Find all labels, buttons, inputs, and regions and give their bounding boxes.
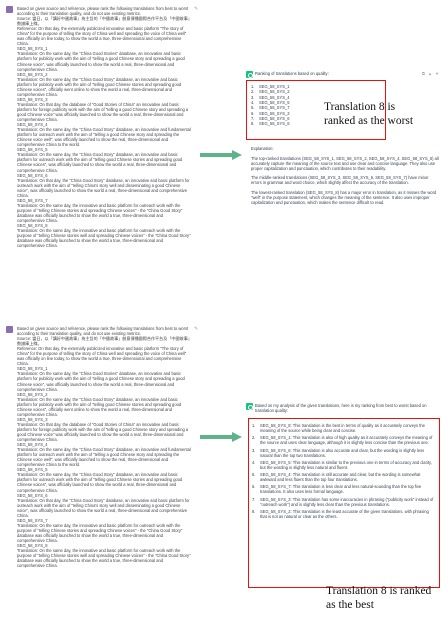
item-number: 5. [252,472,256,478]
item-number: 5. [251,105,255,111]
annotation-best: Translation 8 is ranked as the best [326,585,432,611]
item-text: SEG_58_SYS_1 [259,84,290,89]
pencil-icon[interactable]: ✎ [194,326,198,332]
arrow-icon [200,432,242,442]
item-number: 1. [251,84,255,89]
annotation-worst: Translation 8 is ranked as the worst [324,101,414,127]
item-text: SEG_58_SYS_2: This translation is the le… [260,508,429,520]
item-number: 4. [251,100,255,106]
item-text: SEG_58_SYS_2 [259,89,290,95]
list-item: 2. SEG_58_SYS_1: This translation is also… [252,435,436,445]
item-text: SEG_58_SYS_7: This translation is less c… [260,484,422,495]
list-item: 5. SEG_58_SYS_4: This translation is stil… [252,472,436,482]
list-item: 6. SEG_58_SYS_7: This translation is less… [252,484,436,494]
item-text: SEG_58_SYS_7 [259,105,290,111]
item-number: 2. [251,89,255,95]
response-intro: Based on my analysis of the given transl… [255,403,427,413]
arrow-icon [200,150,242,160]
item-number: 6. [252,484,256,490]
user-prompt-text: Based on given source and reference, ple… [17,6,191,249]
item-number: 7. [252,496,256,502]
explanation-paragraph: The top-ranked translations (SEG_58_SYS_… [251,155,439,171]
item-text: SEG_58_SYS_5: This translation is simila… [260,459,432,470]
item-number: 3. [252,447,256,453]
item-number: 7. [251,116,255,122]
user-prompt-text: Based on given source and reference, ple… [17,326,191,569]
list-item: 2. SEG_58_SYS_2 [251,89,381,94]
item-text: SEG_58_SYS_3: This translation has some … [260,496,434,507]
thumbs-icon[interactable]: ⧉ ▲ ▼ [422,71,440,76]
item-text: SEG_58_SYS_4 [259,94,290,100]
list-item: 1. SEG_58_SYS_8: This translation is the … [252,423,436,433]
explanation: Explanation: The top-ranked translations… [251,146,439,209]
list-item: 7. SEG_58_SYS_3: This translation has som… [252,497,436,507]
item-number: 8. [252,508,256,514]
item-text: SEG_58_SYS_8: This translation is the be… [260,423,425,434]
item-text: SEG_58_SYS_6 [259,116,290,122]
list-item: 3. SEG_58_SYS_6: This translation is also… [252,448,436,458]
list-item: 4. SEG_58_SYS_5: This translation is simi… [252,460,436,470]
item-number: 8. [251,121,255,127]
assistant-avatar [246,71,253,78]
item-number: 2. [252,435,256,441]
item-text: SEG_58_SYS_8 [259,121,290,127]
ranking-list: 1. SEG_58_SYS_8: This translation is the … [252,423,436,521]
explanation-paragraph: The lowest-ranked translation (SEG_58_SY… [251,189,437,205]
list-item: 8. SEG_58_SYS_2: This translation is the … [252,509,436,519]
list-item: 3. SEG_58_SYS_4 [251,95,381,100]
item-text: SEG_58_SYS_6: This translation is also a… [260,447,425,458]
list-item: 1. SEG_58_SYS_1 [251,84,381,89]
item-text: SEG_58_SYS_1: This translation is also o… [260,435,433,446]
item-text: SEG_58_SYS_4: This translation is still … [260,472,421,483]
explanation-paragraph: The middle-ranked translations (SEG_58_S… [251,175,429,186]
pencil-icon[interactable]: ✎ [194,6,198,12]
explanation-heading: Explanation: [251,146,274,151]
user-avatar [6,326,13,333]
item-text: SEG_58_SYS_5 [259,100,290,106]
item-number: 4. [252,459,256,465]
response-intro: Ranking of translations based on quality… [255,71,329,76]
item-number: 6. [251,110,255,116]
item-number: 3. [251,94,255,100]
item-text: SEG_58_SYS_3 [259,110,290,116]
user-avatar [6,6,13,13]
item-number: 1. [252,423,256,428]
assistant-avatar [246,403,253,410]
